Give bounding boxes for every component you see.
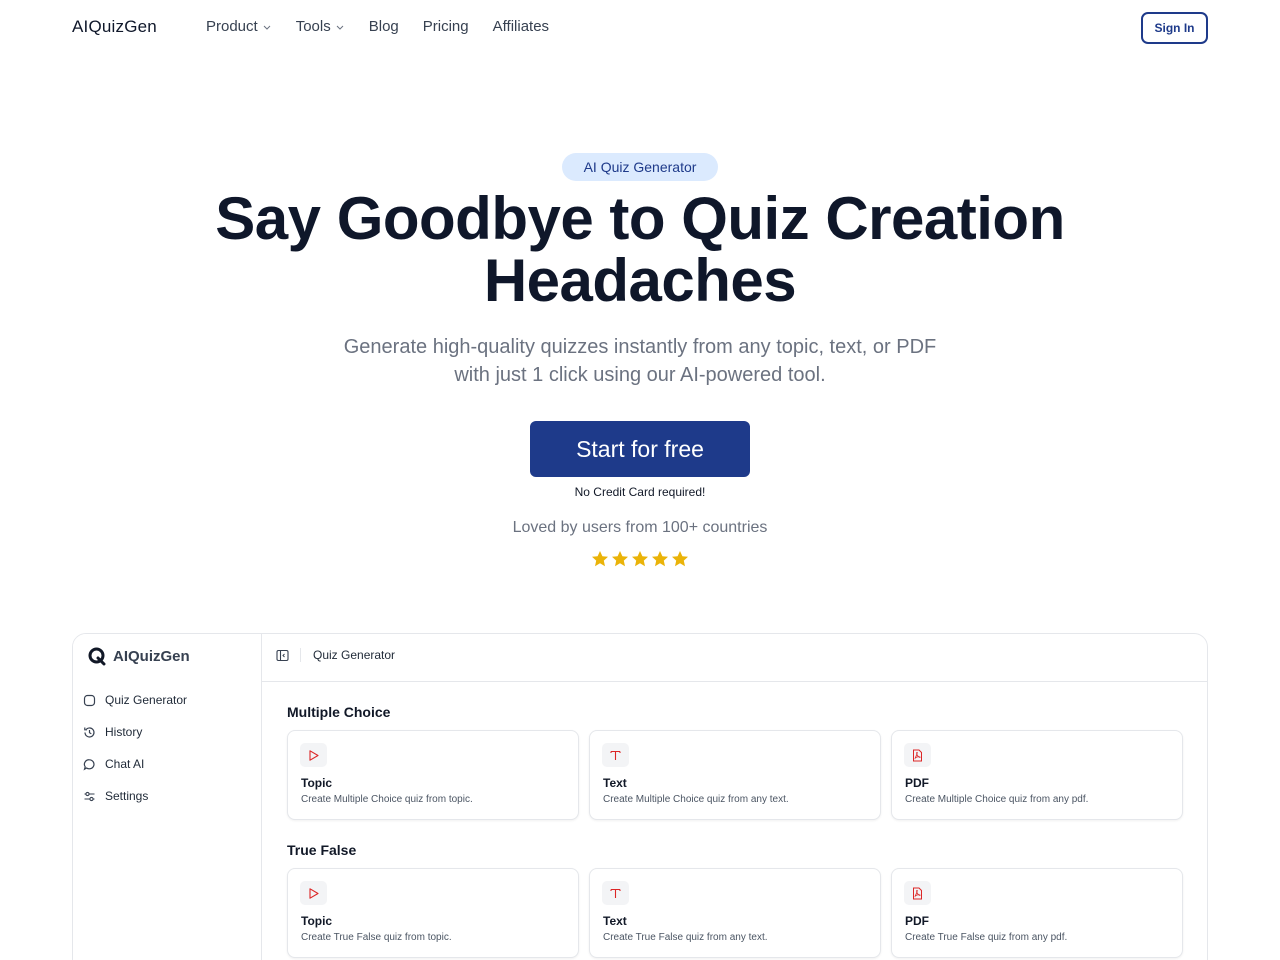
card-description: Create Multiple Choice quiz from topic. xyxy=(301,794,473,805)
card-title: Text xyxy=(603,914,627,928)
text-icon xyxy=(610,750,621,760)
app-page-title: Quiz Generator xyxy=(313,648,396,662)
no-credit-card-note: No Credit Card required! xyxy=(574,485,706,499)
card-mc-topic[interactable]: Topic Create Multiple Choice quiz from t… xyxy=(287,730,579,820)
quiz-logo-icon xyxy=(88,647,106,666)
sidebar-item-label: Quiz Generator xyxy=(105,693,188,707)
nav-product-label: Product xyxy=(206,18,258,35)
rating-stars xyxy=(590,549,690,569)
play-icon xyxy=(309,887,319,899)
sign-in-button[interactable]: Sign In xyxy=(1141,12,1208,44)
card-mc-text[interactable]: Text Create Multiple Choice quiz from an… xyxy=(589,730,881,820)
card-icon-box xyxy=(602,743,629,767)
card-title: PDF xyxy=(905,914,929,928)
nav-tools[interactable]: Tools xyxy=(296,18,345,35)
card-title: PDF xyxy=(905,776,929,790)
card-description: Create True False quiz from any text. xyxy=(603,932,768,943)
hero-badge: AI Quiz Generator xyxy=(562,153,718,181)
sidebar-toggle-icon[interactable] xyxy=(276,649,289,662)
star-icon xyxy=(672,551,688,567)
nav-blog[interactable]: Blog xyxy=(369,18,399,35)
chat-bubble-icon xyxy=(83,758,95,770)
subline-line-2: with just 1 click using our AI-powered t… xyxy=(454,364,826,386)
app-sidebar: AIQuizGen Quiz Generator History Chat AI… xyxy=(73,634,262,960)
history-icon xyxy=(84,726,95,738)
card-tf-topic[interactable]: Topic Create True False quiz from topic. xyxy=(287,868,579,958)
app-topbar: Quiz Generator xyxy=(262,634,1207,682)
card-description: Create Multiple Choice quiz from any tex… xyxy=(603,794,789,805)
sidebar-item-label: Settings xyxy=(105,789,149,803)
chevron-down-icon xyxy=(263,25,271,30)
card-mc-pdf[interactable]: PDF Create Multiple Choice quiz from any… xyxy=(891,730,1183,820)
card-description: Create True False quiz from any pdf. xyxy=(905,932,1068,943)
card-icon-box xyxy=(904,881,931,905)
card-icon-box xyxy=(602,881,629,905)
card-icon-box xyxy=(904,743,931,767)
sidebar-item-quiz-generator[interactable]: Quiz Generator xyxy=(83,693,187,707)
chevron-down-icon xyxy=(336,25,344,30)
card-title: Topic xyxy=(301,914,333,928)
card-icon-box xyxy=(300,743,327,767)
nav-links: Product Tools Blog Pricing Affiliates xyxy=(206,18,573,35)
nav-pricing[interactable]: Pricing xyxy=(423,18,469,35)
section-title-true-false: True False xyxy=(287,842,357,858)
sidebar-item-label: Chat AI xyxy=(105,757,145,771)
sliders-icon xyxy=(84,791,95,801)
square-icon xyxy=(83,694,96,706)
play-icon xyxy=(309,749,319,761)
nav-product[interactable]: Product xyxy=(206,18,272,35)
nav-affiliates[interactable]: Affiliates xyxy=(493,18,549,35)
star-icon xyxy=(632,551,648,567)
card-description: Create Multiple Choice quiz from any pdf… xyxy=(905,794,1089,805)
headline-line-1: Say Goodbye to Quiz Creation xyxy=(215,185,1065,252)
pdf-icon xyxy=(913,749,922,761)
site-logo[interactable]: AIQuizGen xyxy=(72,17,157,37)
star-icon xyxy=(612,551,628,567)
subline-line-1: Generate high-quality quizzes instantly … xyxy=(343,336,937,358)
card-icon-box xyxy=(300,881,327,905)
hero-subheadline: Generate high-quality quizzes instantly … xyxy=(300,333,980,389)
card-title: Topic xyxy=(301,776,333,790)
sidebar-item-label: History xyxy=(105,725,143,739)
sidebar-item-history[interactable]: History xyxy=(83,725,142,739)
card-description: Create True False quiz from topic. xyxy=(301,932,452,943)
app-logo-text: AIQuizGen xyxy=(113,647,190,665)
section-title-multiple-choice: Multiple Choice xyxy=(287,704,391,720)
nav-tools-label: Tools xyxy=(295,18,331,35)
app-preview-window: AIQuizGen Quiz Generator History Chat AI… xyxy=(72,633,1208,960)
topbar-divider xyxy=(300,648,301,662)
sidebar-item-chat-ai[interactable]: Chat AI xyxy=(83,757,144,771)
hero-headline: Say Goodbye to Quiz Creation Headaches xyxy=(140,188,1140,312)
text-icon xyxy=(610,888,621,898)
headline-line-2: Headaches xyxy=(483,247,797,314)
social-proof-text: Loved by users from 100+ countries xyxy=(512,519,768,536)
top-navbar: AIQuizGen Product Tools Blog Pricing Aff… xyxy=(0,0,1280,56)
start-for-free-button[interactable]: Start for free xyxy=(530,421,750,477)
card-tf-text[interactable]: Text Create True False quiz from any tex… xyxy=(589,868,881,958)
star-icon xyxy=(652,551,668,567)
pdf-icon xyxy=(913,887,922,899)
app-logo[interactable]: AIQuizGen xyxy=(87,646,190,666)
star-icon xyxy=(592,551,608,567)
card-tf-pdf[interactable]: PDF Create True False quiz from any pdf. xyxy=(891,868,1183,958)
card-title: Text xyxy=(603,776,627,790)
sidebar-item-settings[interactable]: Settings xyxy=(83,789,148,803)
